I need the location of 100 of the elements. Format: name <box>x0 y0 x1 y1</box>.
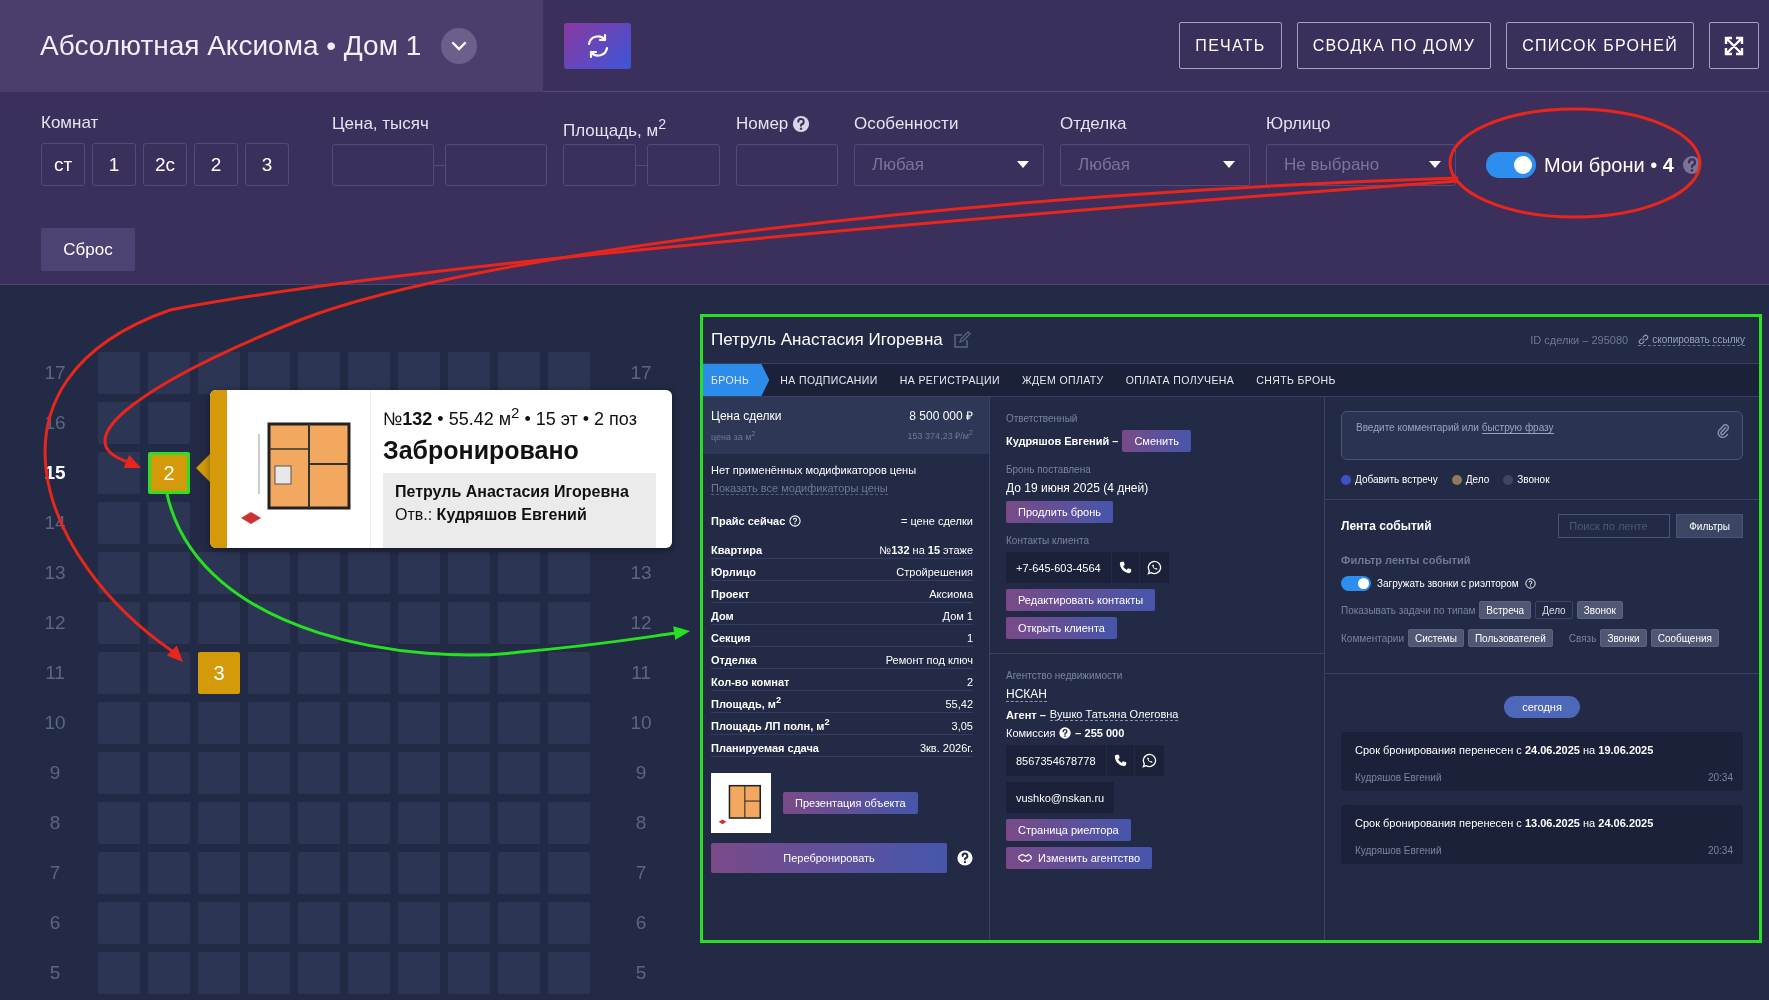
help-icon[interactable] <box>789 515 802 527</box>
filter-chip[interactable]: Встреча <box>1479 601 1532 619</box>
apartment-cell[interactable] <box>148 602 190 644</box>
area-to-field[interactable] <box>647 144 720 186</box>
refresh-button[interactable] <box>564 22 631 69</box>
dropdown-button[interactable] <box>441 27 478 64</box>
chevron-down-icon <box>451 40 468 51</box>
apartment-cell[interactable] <box>298 602 340 644</box>
stage-tab[interactable]: НА ПОДПИСАНИИ <box>769 364 889 396</box>
apartment-cell[interactable] <box>298 552 340 594</box>
apartment-cell[interactable] <box>98 602 140 644</box>
room-button[interactable]: ст <box>41 143 85 186</box>
filter-chip[interactable]: Сообщения <box>1650 629 1719 647</box>
caret-icon <box>1223 161 1235 169</box>
fullscreen-button[interactable] <box>1709 22 1759 69</box>
help-icon[interactable] <box>1524 578 1536 589</box>
apartment-cell[interactable] <box>148 552 190 594</box>
apartment-cell[interactable] <box>148 652 190 694</box>
apartment-cell[interactable] <box>148 502 190 544</box>
floor-label: 11 <box>630 662 652 684</box>
filters-button[interactable]: Фильтры <box>1676 514 1743 538</box>
filter-chip[interactable]: Звонок <box>1576 601 1623 619</box>
comment-field[interactable]: Введите комментарий или быструю фразу <box>1341 411 1743 460</box>
header-button[interactable]: ПЕЧАТЬ <box>1179 22 1282 69</box>
stage-tab[interactable]: ОПЛАТА ПОЛУЧЕНА <box>1114 364 1246 396</box>
number-field[interactable] <box>736 144 838 186</box>
quick-phrase-link[interactable]: быструю фразу <box>1481 422 1554 434</box>
project-title: Абсолютная Аксиома • Дом 1 <box>40 29 422 62</box>
apartment-cell[interactable] <box>448 652 490 694</box>
task-type-dot[interactable] <box>1451 474 1462 485</box>
whatsapp-button[interactable] <box>1139 552 1169 583</box>
call-button[interactable] <box>1111 552 1139 583</box>
area-from-field[interactable] <box>563 144 636 186</box>
floor-label: 8 <box>634 812 648 834</box>
apartment-cell[interactable] <box>548 602 590 644</box>
apartment-cell[interactable] <box>348 602 390 644</box>
room-button[interactable]: 1 <box>92 143 136 186</box>
stage-tab[interactable]: СНЯТЬ БРОНЬ <box>1245 364 1347 396</box>
task-type-label: Дело <box>1465 474 1490 485</box>
extend-button[interactable]: Продлить бронь <box>1006 501 1114 523</box>
apartment-cell[interactable] <box>548 652 590 694</box>
apartment-cell[interactable] <box>548 552 590 594</box>
apartment-cell[interactable] <box>98 352 140 394</box>
change-agency-button[interactable]: Изменить агентство <box>1006 847 1153 869</box>
rebook-button[interactable]: Перебронировать <box>711 843 948 873</box>
reset-button[interactable]: Сброс <box>41 228 135 271</box>
header-button[interactable]: СПИСОК БРОНЕЙ <box>1506 22 1694 69</box>
filter-label: Цена, тысяч <box>332 113 430 135</box>
agency-link[interactable]: НСКАН <box>1006 687 1047 702</box>
task-type-dot[interactable] <box>1341 474 1351 485</box>
section-label: Бронь поставлена <box>1006 464 1092 475</box>
apartment-cell[interactable] <box>348 552 390 594</box>
whatsapp-button[interactable] <box>1134 745 1164 776</box>
room-button[interactable]: 2 <box>194 143 238 186</box>
edit-contacts-button[interactable]: Редактировать контакты <box>1006 589 1156 611</box>
responsible-name: Кудряшов Евгений – <box>1006 435 1119 447</box>
toggle-switch[interactable] <box>1341 576 1371 591</box>
realtor-page-button[interactable]: Страница риелтора <box>1006 819 1131 841</box>
copy-link[interactable]: скопировать ссылку <box>1638 334 1745 346</box>
apartment-cell[interactable] <box>498 552 540 594</box>
edit-icon[interactable] <box>952 331 971 349</box>
apartment-cell[interactable] <box>398 552 440 594</box>
apartment-cell[interactable] <box>448 552 490 594</box>
help-icon[interactable] <box>1059 727 1072 739</box>
header-button[interactable]: СВОДКА ПО ДОМУ <box>1296 22 1492 69</box>
agent-link[interactable]: Вушко Татьяна Олеговна <box>1049 708 1179 721</box>
apartment-cell[interactable] <box>98 552 140 594</box>
apartment-cell[interactable] <box>348 652 390 694</box>
presentation-button[interactable]: Презентация объекта <box>783 792 918 814</box>
status-text: Забронировано <box>383 436 580 465</box>
filter-chip[interactable]: Пользователей <box>1467 629 1553 647</box>
apartment-cell[interactable] <box>248 602 290 644</box>
toggle-switch[interactable] <box>1486 152 1536 178</box>
paperclip-icon[interactable] <box>1716 422 1730 438</box>
price-to-field[interactable] <box>445 144 547 186</box>
open-client-button[interactable]: Открыть клиента <box>1006 617 1117 639</box>
floor-label: 10 <box>629 712 653 734</box>
room-button[interactable]: 3 <box>245 143 289 186</box>
stage-tab[interactable]: ЖДЕМ ОПЛАТУ <box>1010 364 1115 396</box>
spec-label: Проект <box>711 588 750 600</box>
apartment-cell[interactable] <box>98 402 140 444</box>
help-icon[interactable] <box>792 115 811 133</box>
filter-chip[interactable]: Системы <box>1408 629 1464 647</box>
change-button[interactable]: Сменить <box>1122 430 1191 452</box>
apartment-cell[interactable] <box>248 552 290 594</box>
floor-plan-thumbnail[interactable] <box>711 773 771 833</box>
filter-chip[interactable]: Звонки <box>1600 629 1647 647</box>
apartment-cell[interactable] <box>498 652 540 694</box>
call-button[interactable] <box>1106 745 1134 776</box>
apartment-cell[interactable] <box>98 452 140 494</box>
stage-tab[interactable]: НА РЕГИСТРАЦИИ <box>888 364 1011 396</box>
filter-chip[interactable]: Дело <box>1535 601 1573 619</box>
apartment-cell[interactable] <box>398 652 440 694</box>
apartment-cell[interactable] <box>148 352 190 394</box>
price-from-field[interactable] <box>332 144 434 186</box>
apartment-cell[interactable] <box>198 552 240 594</box>
help-icon[interactable] <box>957 850 973 866</box>
room-button[interactable]: 2с <box>143 143 187 186</box>
task-type-dot[interactable] <box>1503 474 1514 485</box>
filter-label: Особенности <box>854 113 960 135</box>
